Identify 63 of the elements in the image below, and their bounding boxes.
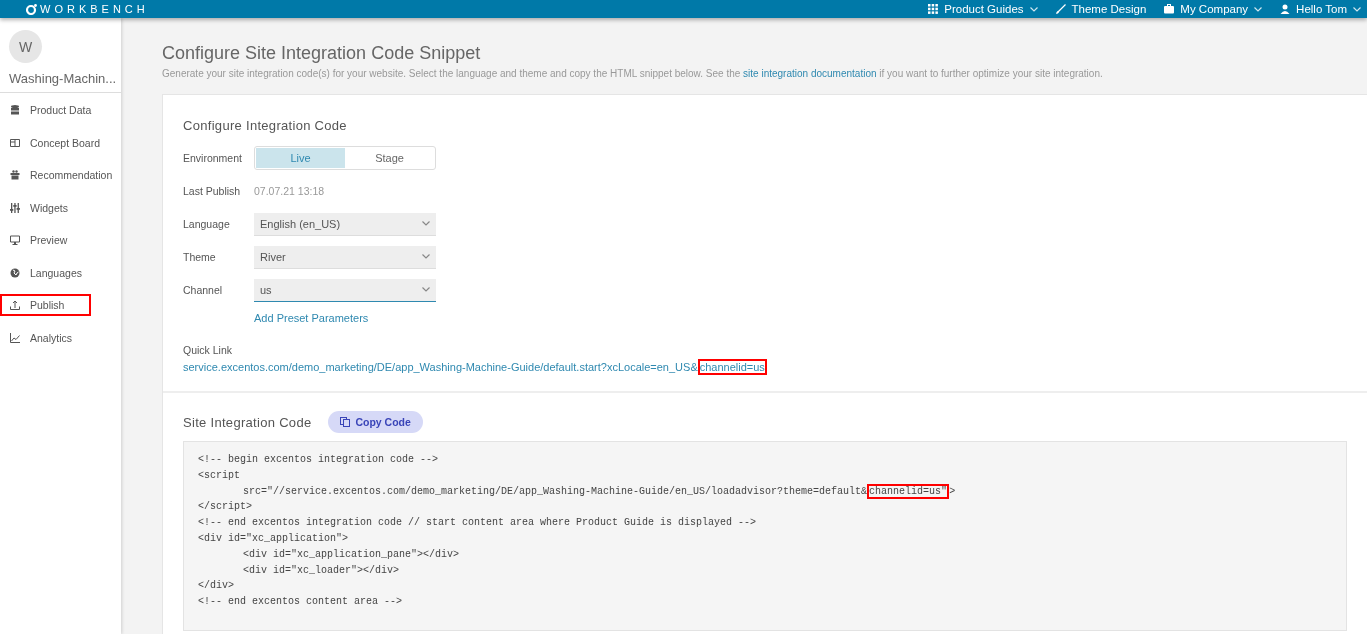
upload-icon: [10, 300, 20, 310]
sidebar-item[interactable]: Widgets: [0, 196, 91, 219]
gift-icon: [10, 170, 20, 180]
code-line: <!-- end excentos integration code // start content area where Product Guide is displayed -->: [198, 516, 758, 531]
code-line: <script: [198, 468, 241, 483]
database-icon: [10, 105, 20, 115]
field-label: Language: [183, 218, 231, 230]
chevron-down-icon: [422, 287, 430, 292]
quick-link[interactable]: service.excentos.com/demo_marketing/DE/app_Washing-Machine-Guide/default.start?xcLocale=en_US& channelid=us: [183, 361, 1347, 373]
select-field[interactable]: us: [254, 278, 436, 302]
sidebar-item[interactable]: Concept Board: [0, 131, 107, 154]
logo-text: WORKBENCH: [40, 3, 149, 15]
sliders-icon: [10, 202, 20, 213]
chevron-down-icon: [1353, 6, 1361, 12]
field-label: Last Publish: [183, 185, 242, 197]
page-description: Generate your site integration code(s) for your website. Select the language and theme and copy the HTML snippet below. See the site integration documentation if you want to further optimize your site integration.: [162, 68, 1104, 79]
sidebar-item[interactable]: Publish: [0, 294, 91, 316]
sidebar-item[interactable]: Languages: [0, 261, 91, 284]
code-line: <div id="xc_loader"></div>: [242, 563, 401, 578]
nav-link[interactable]: Hello Tom: [1280, 3, 1361, 15]
sidebar-item[interactable]: Recommendation: [0, 164, 119, 186]
select-field[interactable]: English (en_US): [254, 212, 436, 236]
chevron-down-icon: [422, 221, 430, 226]
sidebar-item[interactable]: Preview: [0, 229, 91, 251]
nav-link[interactable]: My Company: [1164, 3, 1263, 15]
code-line: </script>: [198, 500, 253, 515]
code-line: src="//service.excentos.com/demo_marketing/DE/app_Washing-Machine-Guide/en_US/loadadvisor?theme=default& channelid=us" >: [242, 483, 957, 500]
code-line: <!-- begin excentos integration code -->: [198, 453, 440, 467]
logo-icon: [26, 3, 37, 15]
user-icon: [1280, 4, 1291, 14]
page-title: Configure Site Integration Code Snippet: [162, 43, 482, 64]
code-line: <div id="xc_application_pane"></div>: [242, 547, 461, 562]
field-label: Channel: [183, 284, 224, 296]
field-label: Environment: [183, 152, 243, 164]
last-publish-value: 07.07.21 13:18: [254, 185, 325, 197]
select-field[interactable]: River: [254, 245, 436, 269]
chevron-down-icon: [1254, 6, 1263, 12]
section-title: Configure Integration Code: [183, 118, 348, 133]
code-line: <div id="xc_application">: [198, 532, 350, 546]
chevron-down-icon: [422, 254, 430, 259]
board-icon: [10, 137, 20, 148]
sidebar-item[interactable]: Analytics: [0, 326, 91, 349]
chevron-down-icon: [1029, 6, 1038, 12]
project-name: Washing-Machin...: [0, 63, 121, 93]
monitor-icon: [10, 235, 20, 245]
documentation-link[interactable]: site integration documentation: [743, 68, 877, 79]
code-line: </div>: [198, 579, 235, 594]
line-chart-icon: [10, 332, 20, 343]
grid-icon: [928, 4, 939, 14]
add-parameters-link[interactable]: Add Preset Parameters: [254, 312, 1347, 324]
field-label: Quick Link: [183, 344, 234, 356]
copy-code-button[interactable]: Copy Code: [328, 411, 423, 433]
avatar: W: [9, 30, 42, 63]
briefcase-icon: [1164, 4, 1175, 14]
section-title: Site Integration Code: [183, 414, 312, 430]
copy-icon: [340, 417, 351, 427]
nav-link[interactable]: Product Guides: [928, 3, 1038, 15]
sidebar-item[interactable]: Product Data: [0, 99, 98, 121]
brush-icon: [1055, 4, 1066, 14]
nav-link[interactable]: Theme Design: [1055, 3, 1147, 15]
code-line: <!-- end excentos content area -->: [198, 595, 404, 610]
field-label: Theme: [183, 251, 217, 263]
globe-icon: [10, 267, 20, 278]
